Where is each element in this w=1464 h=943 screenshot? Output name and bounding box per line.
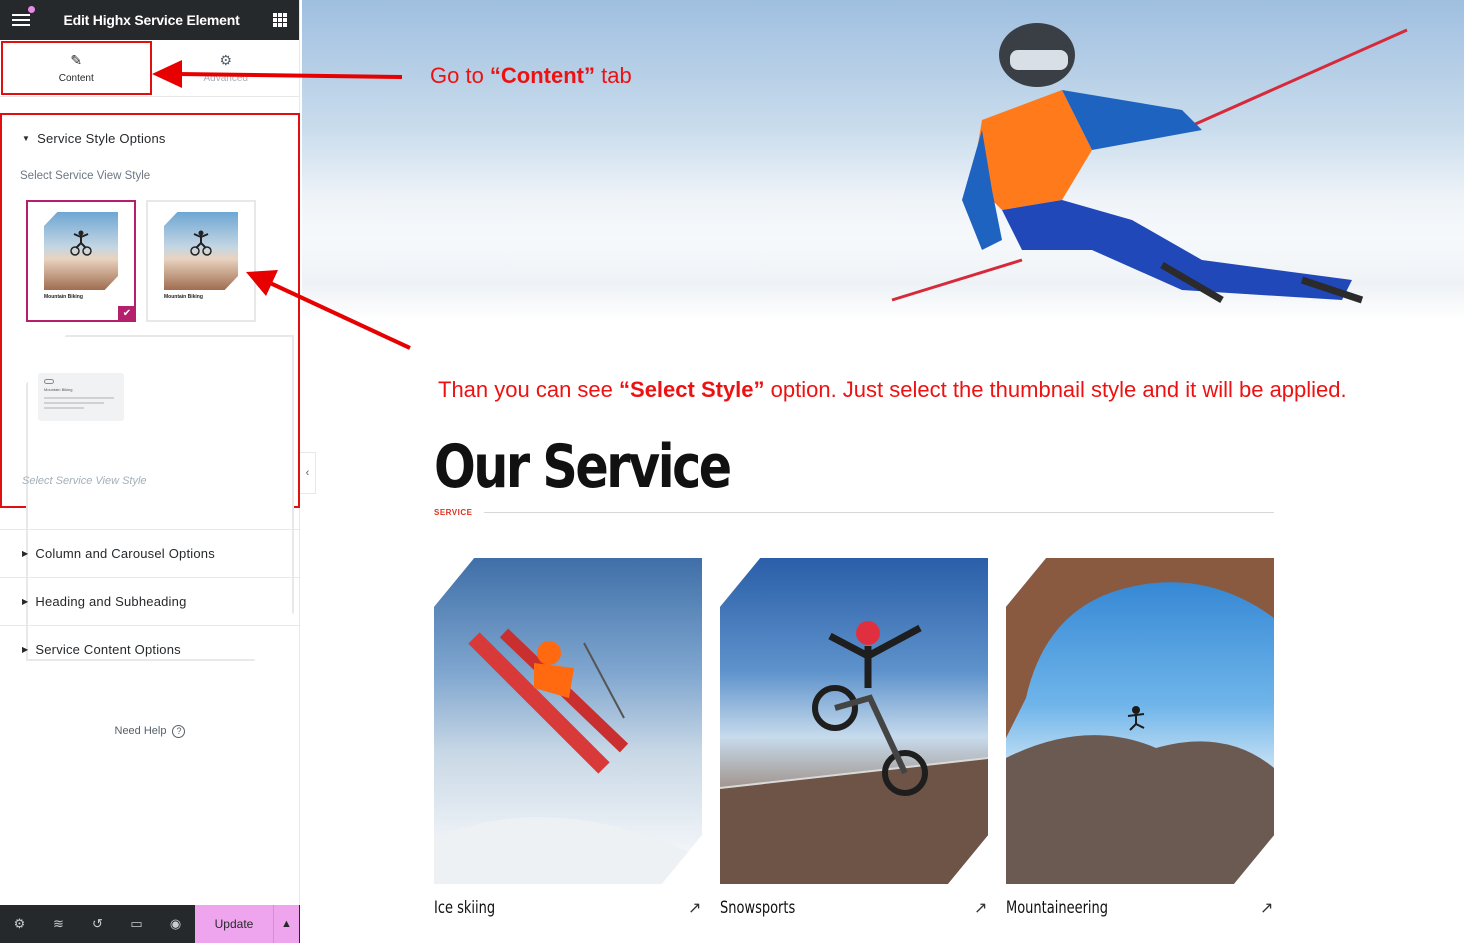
style-thumbnail-1[interactable]: Mountain Biking ✔: [26, 200, 136, 322]
section-title: Service Content Options: [35, 642, 181, 657]
skier-figure: [891, 23, 1408, 304]
skier-jump-figure: [434, 628, 702, 884]
panel-footer: ⚙ ≋ ↺ ▭ ◉ Update ▲: [0, 905, 300, 943]
rider-icon: [190, 230, 212, 256]
pencil-icon: ✎: [70, 51, 83, 68]
tab-content-label: Content: [58, 72, 94, 84]
history-icon[interactable]: ↺: [78, 905, 117, 943]
thumbnail-caption: Mountain Biking: [44, 294, 83, 300]
tab-advanced[interactable]: ⚙ Advanced: [153, 40, 300, 96]
editor-panel: Edit Highx Service Element ✎ Content ⚙ A…: [0, 0, 300, 943]
caret-right-icon: ▶: [22, 597, 29, 606]
arrow-up-right-icon[interactable]: ↗: [974, 898, 987, 918]
collapse-panel-handle[interactable]: ‹: [300, 452, 316, 494]
section-toggle-heading-subheading[interactable]: ▶ Heading and Subheading: [0, 577, 300, 625]
caret-down-icon: ▼: [22, 134, 31, 143]
divider: [484, 512, 1274, 513]
service-title[interactable]: Mountaineering: [1006, 898, 1108, 918]
service-title[interactable]: Ice skiing: [434, 898, 495, 918]
service-card-image-mountaineering[interactable]: [1006, 558, 1274, 884]
layers-icon[interactable]: ≋: [39, 905, 78, 943]
gamepad-icon: [44, 379, 54, 384]
panel-title: Edit Highx Service Element: [63, 12, 240, 28]
arrow-up-right-icon[interactable]: ↗: [688, 898, 701, 918]
need-help-link[interactable]: Need Help?: [0, 725, 300, 738]
thumbnail-image: [164, 212, 238, 290]
responsive-icon[interactable]: ▭: [117, 905, 156, 943]
widgets-grid-icon[interactable]: [273, 13, 287, 27]
notification-dot: [28, 6, 35, 13]
text-line: [44, 397, 114, 399]
caret-right-icon: ▶: [22, 645, 29, 654]
style-thumbnail-2[interactable]: Mountain Biking: [146, 200, 256, 322]
motocross-figure: [720, 621, 988, 884]
service-card-image-ice-skiing[interactable]: [434, 558, 702, 884]
menu-icon[interactable]: [12, 13, 30, 27]
section-toggle-column-carousel[interactable]: ▶ Column and Carousel Options: [0, 529, 300, 577]
section-toggle-service-style[interactable]: ▼ Service Style Options: [22, 131, 166, 146]
settings-icon[interactable]: ⚙: [0, 905, 39, 943]
card-preview: Mountain Biking: [38, 373, 124, 421]
service-title[interactable]: Snowsports: [720, 898, 795, 918]
field-help-text: Select Service View Style: [22, 475, 147, 487]
tab-content[interactable]: ✎ Content: [1, 41, 152, 95]
hero-image: [302, 0, 1464, 320]
preview-eye-icon[interactable]: ◉: [156, 905, 195, 943]
service-card-image-snowsports[interactable]: [720, 558, 988, 884]
section-title: Service Style Options: [37, 131, 166, 146]
section-title: Column and Carousel Options: [35, 546, 215, 561]
rider-icon: [70, 230, 92, 256]
update-button[interactable]: Update: [195, 905, 273, 943]
chevron-up-icon[interactable]: ▲: [273, 905, 299, 943]
text-line: [44, 402, 104, 404]
section-title: Heading and Subheading: [35, 594, 187, 609]
text-line: [44, 407, 84, 409]
section-subheading: SERVICE: [434, 508, 473, 517]
panel-tabs: ✎ Content ⚙ Advanced: [0, 40, 299, 97]
field-label: Select Service View Style: [20, 170, 151, 182]
section-heading: Our Service: [434, 432, 732, 502]
tab-advanced-label: Advanced: [203, 72, 248, 84]
section-toggle-service-content[interactable]: ▶ Service Content Options: [0, 625, 300, 673]
thumbnail-image: [44, 212, 118, 290]
arrow-up-right-icon[interactable]: ↗: [1260, 898, 1273, 918]
need-help-label: Need Help: [114, 725, 167, 737]
annotation-content-tab: Go to “Content” tab: [430, 63, 632, 88]
rock-arch-figure: [1006, 558, 1274, 884]
check-icon: ✔: [118, 306, 136, 322]
thumbnail-caption: Mountain Biking: [44, 387, 73, 392]
gear-icon: ⚙: [219, 51, 233, 68]
caret-right-icon: ▶: [22, 549, 29, 558]
service-style-options-section: ▼ Service Style Options Select Service V…: [0, 113, 300, 661]
help-icon: ?: [172, 725, 186, 738]
panel-header: Edit Highx Service Element: [0, 0, 299, 40]
annotation-select-style: Than you can see “Select Style” option. …: [438, 377, 1347, 402]
thumbnail-caption: Mountain Biking: [164, 294, 203, 300]
